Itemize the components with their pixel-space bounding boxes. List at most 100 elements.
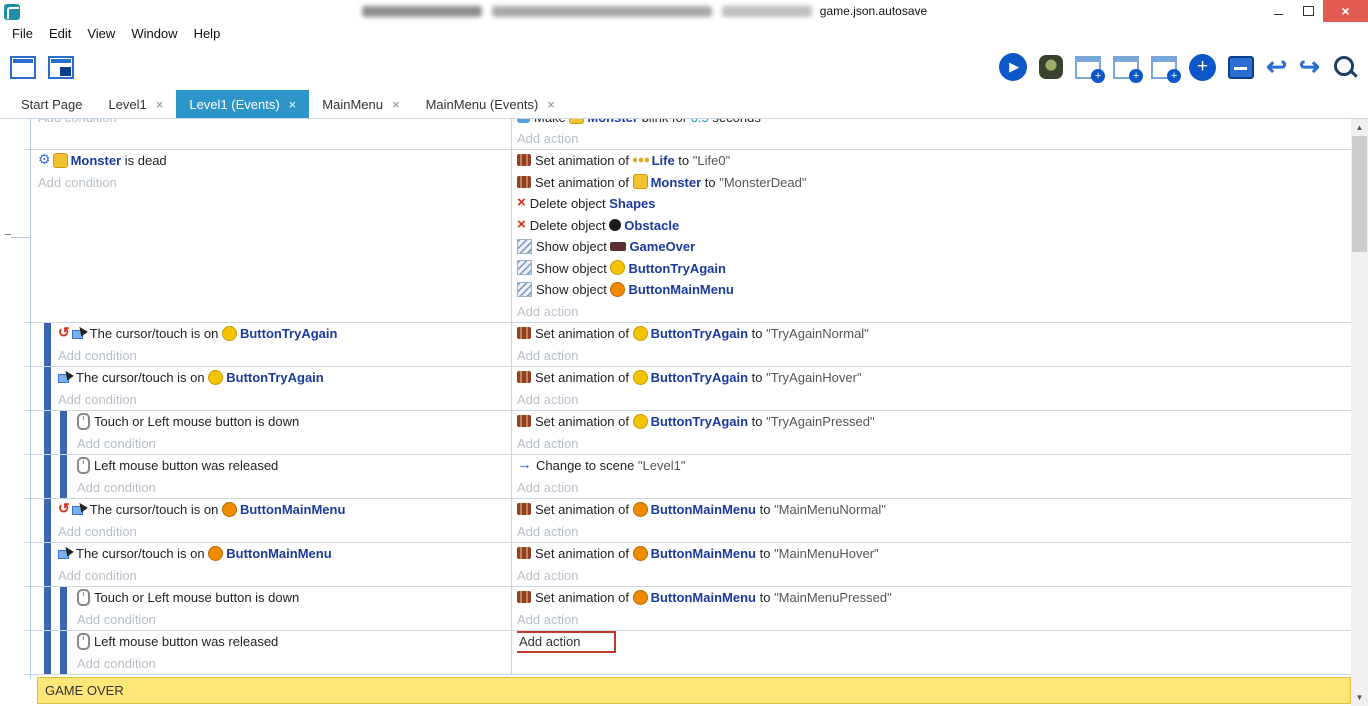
add-action[interactable]: Add action xyxy=(517,389,1351,411)
event-actions[interactable]: Set animation of Life to "Life0"Set anim… xyxy=(512,150,1351,322)
add-condition[interactable]: Add condition xyxy=(38,172,511,194)
add-condition[interactable]: Add condition xyxy=(77,609,511,631)
event-actions[interactable]: →Change to scene "Level1"Add action xyxy=(512,455,1351,498)
action[interactable]: ×Delete object Shapes xyxy=(517,193,1351,215)
collapse-event-handle[interactable]: − xyxy=(4,228,12,241)
event-actions[interactable]: Set animation of ButtonMainMenu to "Main… xyxy=(512,499,1351,542)
add-comment-button[interactable]: + xyxy=(1151,56,1177,79)
action[interactable]: Make Monster blink for 0.5 seconds xyxy=(517,119,1351,128)
add-condition[interactable]: Add condition xyxy=(58,521,511,543)
action[interactable]: →Change to scene "Level1" xyxy=(517,455,1351,477)
action[interactable]: Set animation of ButtonMainMenu to "Main… xyxy=(517,543,1351,565)
menu-edit[interactable]: Edit xyxy=(43,26,81,41)
add-condition[interactable]: Add condition xyxy=(58,389,511,411)
toggle-panel-button[interactable] xyxy=(1228,56,1254,79)
event-conditions[interactable]: Left mouse button was releasedAdd condit… xyxy=(24,455,512,498)
add-action[interactable]: Add action xyxy=(517,477,1351,499)
menu-view[interactable]: View xyxy=(81,26,125,41)
add-action[interactable]: Add action xyxy=(517,128,1351,149)
event-actions[interactable]: Set animation of ButtonMainMenu to "Main… xyxy=(512,543,1351,586)
add-condition[interactable]: Add condition xyxy=(58,565,511,587)
event-actions[interactable]: Set animation of ButtonTryAgain to "TryA… xyxy=(512,323,1351,366)
action[interactable]: Show object ButtonMainMenu xyxy=(517,279,1351,301)
tab-close-icon[interactable]: × xyxy=(156,97,164,112)
redo-button[interactable]: ↪ xyxy=(1299,55,1320,80)
tab-start-page[interactable]: Start Page xyxy=(8,90,95,118)
event-conditions[interactable]: ↺The cursor/touch is on ButtonMainMenuAd… xyxy=(24,499,512,542)
scrollbar-thumb[interactable] xyxy=(1352,136,1367,252)
add-action[interactable]: Add action xyxy=(517,433,1351,455)
action[interactable]: Set animation of ButtonTryAgain to "TryA… xyxy=(517,323,1351,345)
condition[interactable]: Left mouse button was released xyxy=(77,455,511,477)
undo-button[interactable]: ↩ xyxy=(1266,55,1287,80)
scroll-down-arrow[interactable]: ▼ xyxy=(1351,689,1368,706)
condition[interactable]: ⚙Monster is dead xyxy=(38,150,511,172)
action[interactable]: Set animation of ButtonMainMenu to "Main… xyxy=(517,499,1351,521)
event-conditions[interactable]: Touch or Left mouse button is downAdd co… xyxy=(24,411,512,454)
add-action[interactable]: Add action xyxy=(517,521,1351,543)
debugger-button[interactable] xyxy=(1039,55,1063,79)
vertical-scrollbar[interactable]: ▲ ▼ xyxy=(1351,119,1368,706)
action[interactable]: Show object ButtonTryAgain xyxy=(517,258,1351,280)
event-actions[interactable]: Set animation of ButtonTryAgain to "TryA… xyxy=(512,411,1351,454)
condition[interactable]: Touch or Left mouse button is down xyxy=(77,411,511,433)
event-conditions[interactable]: Touch or Left mouse button is downAdd co… xyxy=(24,587,512,630)
scroll-up-arrow[interactable]: ▲ xyxy=(1351,119,1368,136)
event-actions[interactable]: Add action xyxy=(512,631,1351,674)
action[interactable]: Set animation of ButtonMainMenu to "Main… xyxy=(517,587,1351,609)
tab-close-icon[interactable]: × xyxy=(289,97,297,112)
event-conditions[interactable]: Left mouse button was releasedAdd condit… xyxy=(24,631,512,674)
event-actions[interactable]: Set animation of ButtonMainMenu to "Main… xyxy=(512,587,1351,630)
tab-level1-events[interactable]: Level1 (Events)× xyxy=(176,90,309,118)
add-action[interactable]: Add action xyxy=(517,345,1351,367)
tab-level1[interactable]: Level1× xyxy=(95,90,176,118)
add-action[interactable]: Add action xyxy=(517,609,1351,631)
condition[interactable]: ↺The cursor/touch is on ButtonMainMenu xyxy=(58,499,511,521)
project-manager-button[interactable] xyxy=(10,56,36,79)
start-page-button[interactable] xyxy=(48,56,74,79)
action[interactable]: Set animation of Monster to "MonsterDead… xyxy=(517,172,1351,194)
minimize-button[interactable] xyxy=(1263,0,1293,22)
action[interactable]: ×Delete object Obstacle xyxy=(517,215,1351,237)
add-event-button[interactable]: + xyxy=(1075,56,1101,79)
maximize-button[interactable] xyxy=(1293,0,1323,22)
add-condition[interactable]: Add condition xyxy=(77,433,511,455)
event-conditions[interactable]: ⚙Monster is deadAdd condition xyxy=(24,150,512,322)
add-more-button[interactable]: + xyxy=(1189,54,1216,81)
condition[interactable]: The cursor/touch is on ButtonMainMenu xyxy=(58,543,511,565)
condition[interactable]: The cursor/touch is on ButtonTryAgain xyxy=(58,367,511,389)
event-actions[interactable]: Make Monster blink for 0.5 secondsAdd ac… xyxy=(512,119,1351,149)
action[interactable]: Set animation of Life to "Life0" xyxy=(517,150,1351,172)
tab-close-icon[interactable]: × xyxy=(392,97,400,112)
plus-icon: + xyxy=(1197,56,1208,78)
event-conditions[interactable]: Add condition xyxy=(24,119,512,149)
add-condition[interactable]: Add condition xyxy=(38,119,511,128)
condition[interactable]: Touch or Left mouse button is down xyxy=(77,587,511,609)
add-action-highlighted[interactable]: Add action xyxy=(517,631,616,653)
play-button[interactable]: ▶ xyxy=(999,53,1027,81)
comment-event[interactable]: GAME OVER xyxy=(37,677,1351,704)
add-subevent-button[interactable]: + xyxy=(1113,56,1139,79)
condition[interactable]: Left mouse button was released xyxy=(77,631,511,653)
menu-window[interactable]: Window xyxy=(125,26,187,41)
search-button[interactable] xyxy=(1332,54,1358,80)
tab-mainmenu[interactable]: MainMenu× xyxy=(309,90,412,118)
action[interactable]: Show object GameOver xyxy=(517,236,1351,258)
action[interactable]: Set animation of ButtonTryAgain to "TryA… xyxy=(517,367,1351,389)
add-action[interactable]: Add action xyxy=(517,565,1351,587)
action[interactable]: Set animation of ButtonTryAgain to "TryA… xyxy=(517,411,1351,433)
event-conditions[interactable]: The cursor/touch is on ButtonMainMenuAdd… xyxy=(24,543,512,586)
condition[interactable]: ↺The cursor/touch is on ButtonTryAgain xyxy=(58,323,511,345)
tab-close-icon[interactable]: × xyxy=(547,97,555,112)
close-button[interactable]: × xyxy=(1323,0,1368,22)
menu-file[interactable]: File xyxy=(6,26,43,41)
add-condition[interactable]: Add condition xyxy=(58,345,511,367)
menu-help[interactable]: Help xyxy=(188,26,231,41)
event-actions[interactable]: Set animation of ButtonTryAgain to "TryA… xyxy=(512,367,1351,410)
event-conditions[interactable]: The cursor/touch is on ButtonTryAgainAdd… xyxy=(24,367,512,410)
add-condition[interactable]: Add condition xyxy=(77,477,511,499)
add-action[interactable]: Add action xyxy=(517,301,1351,323)
event-conditions[interactable]: ↺The cursor/touch is on ButtonTryAgainAd… xyxy=(24,323,512,366)
add-condition[interactable]: Add condition xyxy=(77,653,511,675)
tab-mainmenu-events[interactable]: MainMenu (Events)× xyxy=(413,90,568,118)
